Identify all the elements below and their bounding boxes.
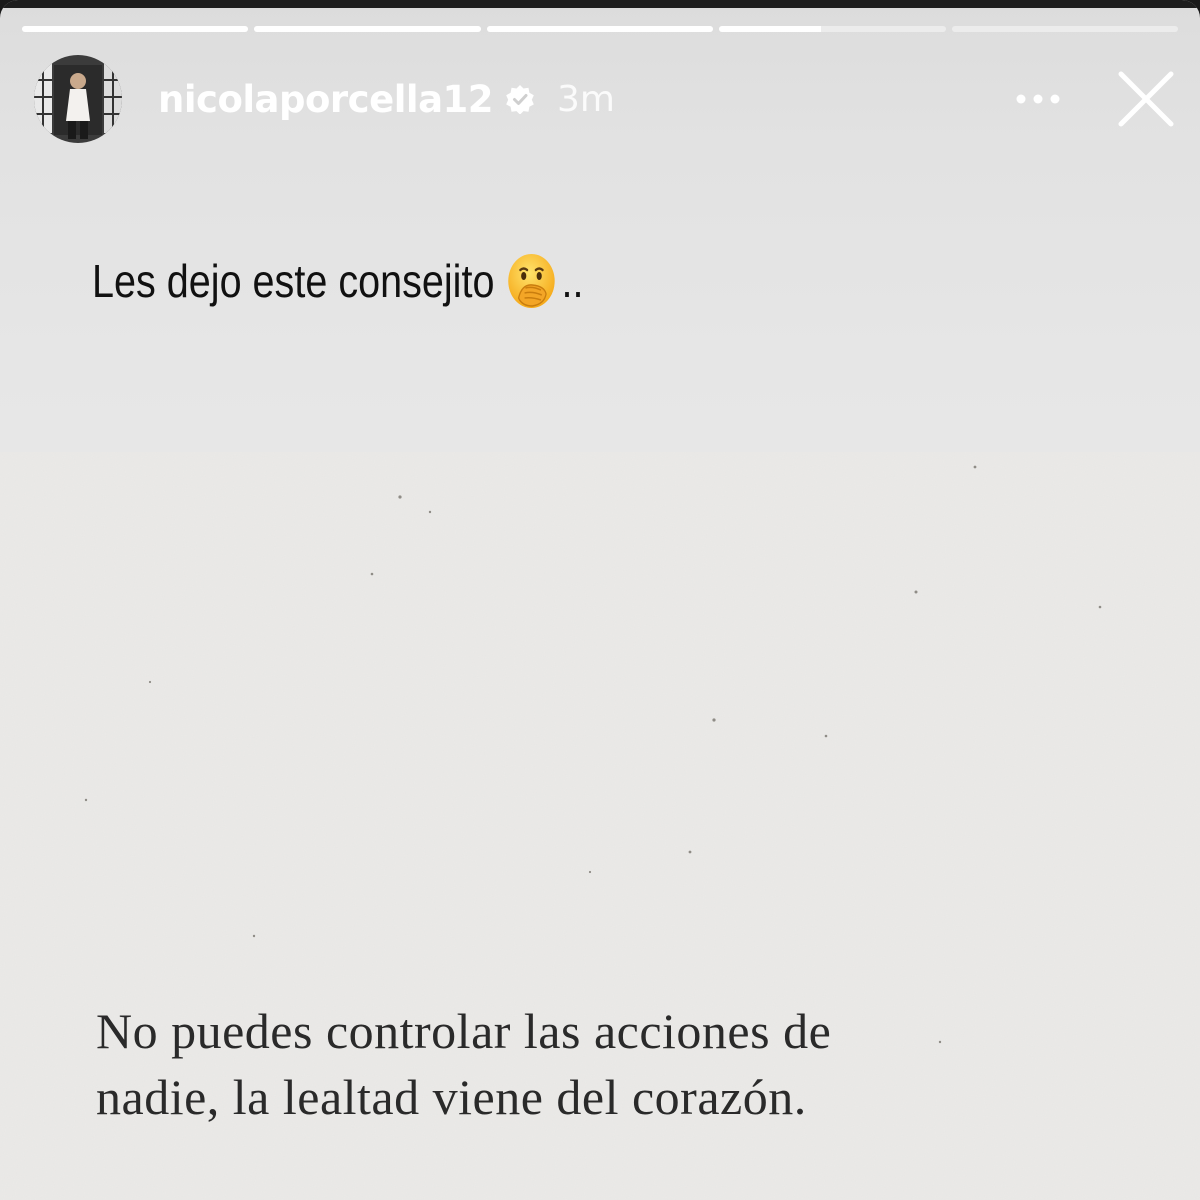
story-header: nicolaporcella12 3m <box>34 54 1176 144</box>
close-icon[interactable] <box>1116 69 1176 129</box>
story-caption: Les dejo este consejito .. <box>92 252 584 310</box>
progress-segment <box>486 26 714 32</box>
verified-badge-icon <box>505 84 535 115</box>
post-time: 3m <box>557 78 616 120</box>
top-edge <box>0 0 1200 8</box>
username[interactable]: nicolaporcella12 <box>158 78 494 121</box>
caption-text: Les dejo este consejito <box>92 255 495 307</box>
story-viewer[interactable]: nicolaporcella12 3m Les dejo este consej… <box>0 0 1200 1200</box>
progress-segment <box>719 26 946 32</box>
progress-segment <box>951 26 1179 32</box>
more-horizontal-icon[interactable] <box>1008 79 1068 119</box>
progress-segment <box>254 26 481 32</box>
avatar[interactable] <box>34 55 122 143</box>
progress-segment <box>22 26 249 32</box>
face-with-hand-over-mouth-icon <box>507 252 557 310</box>
quote-text: No puedes controlar las acciones de nadi… <box>96 998 1096 1130</box>
caption-suffix: .. <box>561 255 584 307</box>
quote-line-2: nadie, la lealtad viene del corazón. <box>96 1069 807 1125</box>
story-progress-bar <box>22 26 1179 32</box>
quote-line-1: No puedes controlar las acciones de <box>96 1003 832 1059</box>
